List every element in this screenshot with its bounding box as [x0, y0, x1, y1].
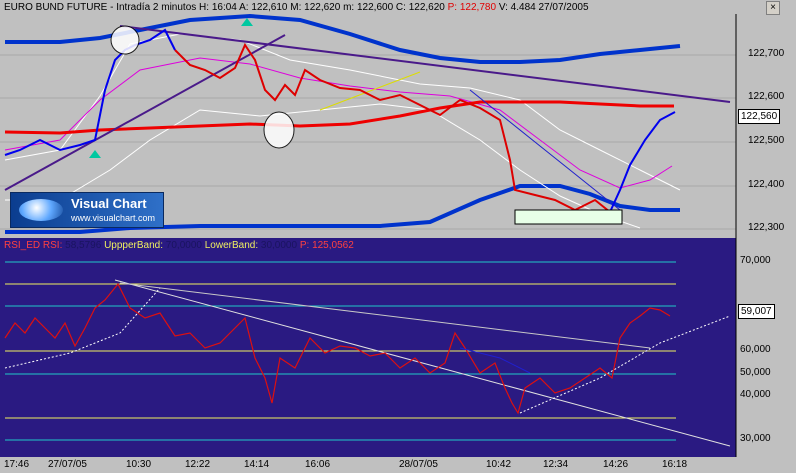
logo-url: www.visualchart.com: [71, 213, 156, 223]
min-label: m:: [343, 2, 355, 13]
rsi-value: 58,5796: [65, 240, 102, 251]
price-chart-panel[interactable]: EURO BUND FUTURE - Intradía 2 minutos H:…: [0, 0, 796, 238]
close-icon: ×: [770, 2, 776, 13]
close-button[interactable]: ×: [766, 1, 780, 15]
rsi-name: RSI_ED: [4, 240, 41, 251]
time-label: 10:42: [486, 459, 512, 470]
price-chart-header: EURO BUND FUTURE - Intradía 2 minutos H:…: [4, 2, 589, 13]
p-label: P:: [447, 2, 458, 13]
m-label: M:: [290, 2, 302, 13]
globe-icon: [19, 199, 63, 221]
price-tick: 122,500: [748, 135, 785, 146]
rsi-chart-canvas: [4, 238, 796, 457]
v-value: 4.484: [510, 2, 536, 13]
rsi-label: RSI:: [42, 240, 63, 251]
time-axis: 17:46 27/07/05 10:30 12:22 14:14 16:06 2…: [0, 457, 796, 473]
rsi-tick: 70,000: [740, 255, 771, 266]
c-value: 122,620: [408, 2, 445, 13]
time-label: 16:06: [305, 459, 331, 470]
rsi-tick: 50,000: [740, 367, 771, 378]
lower-band-label: LowerBand:: [204, 240, 259, 251]
logo-title: Visual Chart: [71, 196, 147, 211]
m-value: 122,620: [304, 2, 341, 13]
header-date: 27/07/2005: [538, 2, 589, 13]
min-value: 122,600: [356, 2, 394, 13]
h-value: 16:04: [211, 2, 237, 13]
h-label: H:: [199, 2, 210, 13]
time-label: 14:26: [603, 459, 629, 470]
price-tick: 122,400: [748, 179, 785, 190]
rsi-p-value: 125,0562: [312, 240, 354, 251]
time-label: 14:14: [244, 459, 270, 470]
a-value: 122,610: [251, 2, 288, 13]
time-label: 16:18: [662, 459, 688, 470]
rsi-tick: 60,000: [740, 344, 771, 355]
visual-chart-logo: Visual Chart www.visualchart.com: [10, 192, 164, 228]
rsi-tick: 40,000: [740, 389, 771, 400]
time-label: 28/07/05: [399, 459, 438, 470]
v-label: V:: [498, 2, 508, 13]
time-label: 17:46: [4, 459, 30, 470]
upper-band-label: UppperBand:: [104, 240, 164, 251]
time-label: 12:22: [185, 459, 211, 470]
rsi-chart-panel[interactable]: RSI_ED RSI: 58,5796 UppperBand: 70,0000 …: [0, 238, 796, 457]
time-label: 10:30: [126, 459, 152, 470]
rsi-tick: 30,000: [740, 433, 771, 444]
a-label: A:: [239, 2, 249, 13]
rsi-header: RSI_ED RSI: 58,5796 UppperBand: 70,0000 …: [4, 240, 354, 251]
rsi-p-label: P:: [299, 240, 310, 251]
time-label: 12:34: [543, 459, 569, 470]
lower-band-value: 30,0000: [260, 240, 298, 251]
price-tick: 122,300: [748, 222, 785, 233]
upper-band-value: 70,0000: [165, 240, 202, 251]
price-tick: 122,600: [748, 91, 785, 102]
current-rsi-label: 59,007: [738, 304, 775, 319]
price-tick: 122,700: [748, 48, 785, 59]
p-value: 122,780: [459, 2, 497, 13]
c-label: C:: [395, 2, 406, 13]
time-label: 27/07/05: [48, 459, 87, 470]
chart-title: EURO BUND FUTURE - Intradía 2 minutos: [4, 2, 197, 13]
current-price-label: 122,560: [738, 109, 781, 124]
